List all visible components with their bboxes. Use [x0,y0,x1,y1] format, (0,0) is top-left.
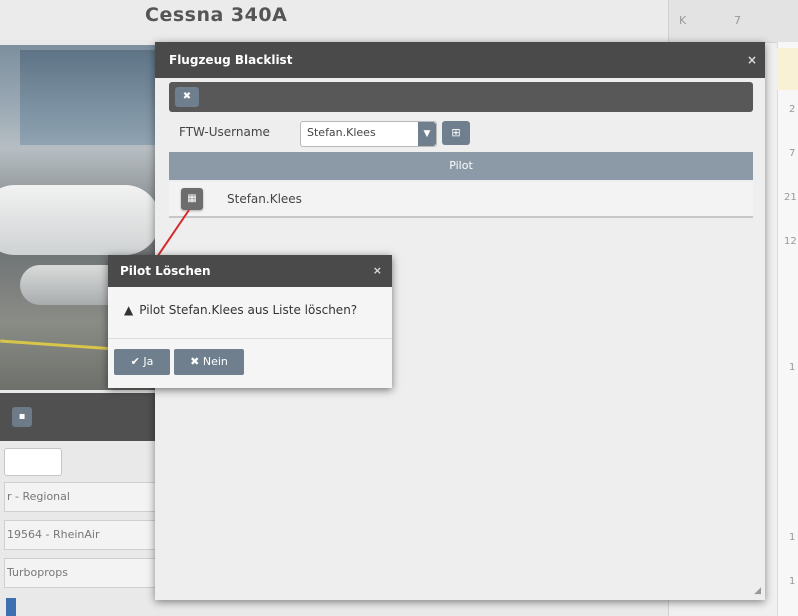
no-label: Nein [202,355,228,368]
confirm-dialog: Pilot Löschen × ▲ Pilot Stefan.Klees aus … [108,255,392,388]
yes-label: Ja [143,355,154,368]
confirm-message: ▲ Pilot Stefan.Klees aus Liste löschen? [124,303,357,317]
x-icon: ✖ [190,355,200,368]
check-icon: ✔ [130,355,140,368]
close-icon[interactable]: × [373,255,382,287]
confirm-message-text: Pilot Stefan.Klees aus Liste löschen? [139,303,358,317]
confirm-title: Pilot Löschen [120,264,211,278]
divider [108,338,392,339]
confirm-header: Pilot Löschen × [108,255,392,287]
warning-icon: ▲ [124,303,134,317]
no-button[interactable]: ✖ Nein [174,349,244,375]
yes-button[interactable]: ✔ Ja [114,349,170,375]
